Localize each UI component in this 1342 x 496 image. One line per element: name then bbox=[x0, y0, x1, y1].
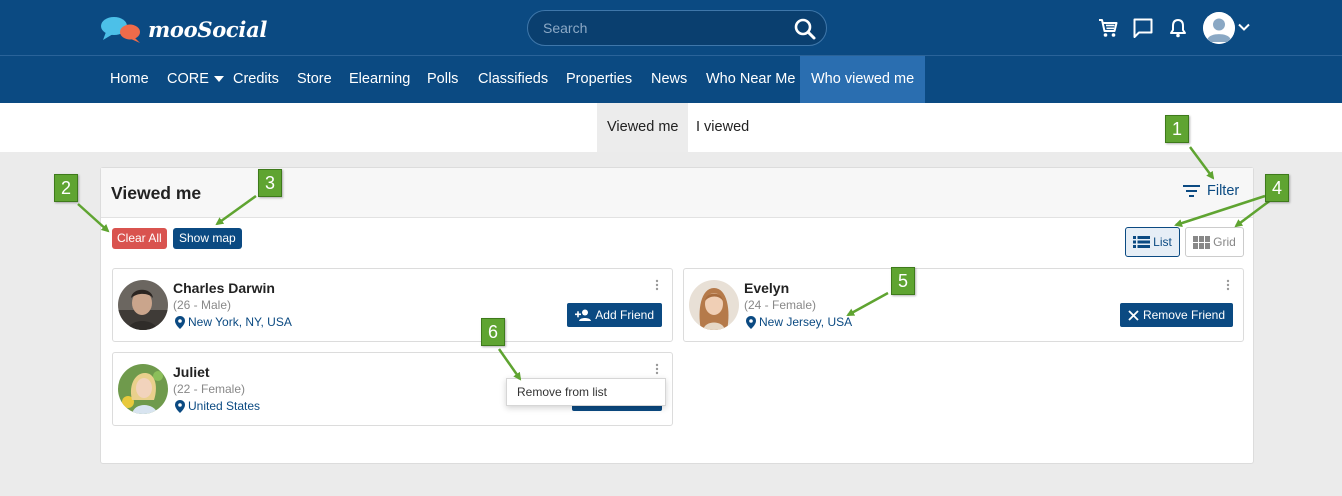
more-options-icon[interactable] bbox=[655, 362, 659, 375]
card-context-menu: Remove from list bbox=[506, 378, 666, 406]
list-view-button[interactable]: List bbox=[1125, 227, 1180, 257]
top-header: mooSocial Search bbox=[0, 0, 1342, 56]
callout-badge: 4 bbox=[1265, 174, 1289, 202]
nav-item-core-label: CORE bbox=[167, 71, 209, 87]
more-options-icon[interactable] bbox=[655, 278, 659, 291]
filter-icon bbox=[1183, 185, 1200, 197]
messages-icon[interactable] bbox=[1131, 16, 1155, 40]
grid-view-button[interactable]: Grid bbox=[1185, 227, 1244, 257]
callout-badge: 1 bbox=[1165, 115, 1189, 143]
callout-badge: 3 bbox=[258, 169, 282, 197]
add-friend-button[interactable]: Add Friend bbox=[567, 303, 662, 327]
user-location-text: New York, NY, USA bbox=[188, 315, 292, 329]
user-avatar-icon[interactable] bbox=[1203, 12, 1235, 44]
tab-i-viewed[interactable]: I viewed bbox=[696, 103, 749, 152]
user-age-gender: (22 - Female) bbox=[173, 382, 246, 396]
map-pin-icon bbox=[175, 399, 185, 413]
user-location[interactable]: New York, NY, USA bbox=[175, 315, 292, 329]
callout-badge: 2 bbox=[54, 174, 78, 202]
map-pin-icon bbox=[175, 315, 185, 329]
close-icon bbox=[1128, 309, 1139, 321]
add-person-icon bbox=[575, 309, 592, 321]
remove-from-list-menu-item[interactable]: Remove from list bbox=[517, 385, 607, 399]
nav-item-polls[interactable]: Polls bbox=[427, 56, 458, 103]
main-nav: Home CORE Credits Store Elearning Polls … bbox=[0, 56, 1342, 103]
map-pin-icon bbox=[746, 315, 756, 329]
tab-viewed-me[interactable]: Viewed me bbox=[597, 103, 689, 152]
avatar[interactable] bbox=[118, 364, 168, 414]
user-age-gender: (26 - Male) bbox=[173, 298, 232, 312]
grid-view-label: Grid bbox=[1213, 235, 1236, 249]
caret-down-icon bbox=[213, 76, 224, 83]
nav-item-news[interactable]: News bbox=[651, 56, 687, 103]
grid-icon bbox=[1193, 235, 1211, 249]
callout-badge: 6 bbox=[481, 318, 505, 346]
logo-text: mooSocial bbox=[148, 16, 268, 42]
search-icon[interactable] bbox=[793, 17, 817, 41]
user-location[interactable]: United States bbox=[175, 399, 260, 413]
chevron-down-icon[interactable] bbox=[1237, 20, 1251, 34]
user-card: Evelyn (24 - Female) New Jersey, USA Rem… bbox=[683, 268, 1244, 342]
filter-label: Filter bbox=[1207, 183, 1240, 199]
filter-button[interactable]: Filter bbox=[1182, 183, 1239, 199]
user-name[interactable]: Juliet bbox=[173, 364, 210, 380]
search-box[interactable]: Search bbox=[527, 10, 827, 46]
nav-item-core[interactable]: CORE bbox=[167, 56, 224, 103]
more-options-icon[interactable] bbox=[1226, 278, 1230, 291]
viewed-me-panel: Viewed me Filter Clear All Show map List… bbox=[100, 167, 1254, 464]
nav-item-who-viewed-me[interactable]: Who viewed me bbox=[800, 56, 926, 103]
nav-item-who-near-me[interactable]: Who Near Me bbox=[706, 56, 795, 103]
cart-icon[interactable] bbox=[1096, 16, 1120, 40]
clear-all-button[interactable]: Clear All bbox=[112, 228, 167, 249]
user-location[interactable]: New Jersey, USA bbox=[746, 315, 852, 329]
logo-chat-bubbles-icon bbox=[100, 14, 146, 44]
nav-item-elearning[interactable]: Elearning bbox=[349, 56, 410, 103]
nav-item-home[interactable]: Home bbox=[110, 56, 149, 103]
sub-tabs: Viewed me I viewed bbox=[0, 103, 1342, 152]
user-location-text: United States bbox=[188, 399, 261, 413]
user-card: Charles Darwin (26 - Male) New York, NY,… bbox=[112, 268, 673, 342]
nav-item-classifieds[interactable]: Classifieds bbox=[478, 56, 548, 103]
list-view-label: List bbox=[1153, 235, 1172, 249]
user-name[interactable]: Charles Darwin bbox=[173, 280, 275, 296]
nav-item-credits[interactable]: Credits bbox=[233, 56, 279, 103]
search-input[interactable]: Search bbox=[543, 20, 587, 36]
avatar[interactable] bbox=[118, 280, 168, 330]
avatar[interactable] bbox=[689, 280, 739, 330]
list-icon bbox=[1133, 236, 1151, 248]
remove-friend-button[interactable]: Remove Friend bbox=[1119, 303, 1233, 327]
user-name[interactable]: Evelyn bbox=[744, 280, 789, 296]
site-logo[interactable]: mooSocial bbox=[100, 14, 267, 44]
user-age-gender: (24 - Female) bbox=[744, 298, 817, 312]
add-friend-label: Add Friend bbox=[595, 308, 654, 322]
nav-item-properties[interactable]: Properties bbox=[566, 56, 632, 103]
callout-badge: 5 bbox=[891, 267, 915, 295]
panel-title: Viewed me bbox=[111, 183, 202, 203]
remove-friend-label: Remove Friend bbox=[1142, 308, 1225, 322]
nav-item-store[interactable]: Store bbox=[297, 56, 332, 103]
bell-icon[interactable] bbox=[1166, 16, 1190, 40]
user-location-text: New Jersey, USA bbox=[759, 315, 853, 329]
show-map-button[interactable]: Show map bbox=[173, 228, 242, 249]
